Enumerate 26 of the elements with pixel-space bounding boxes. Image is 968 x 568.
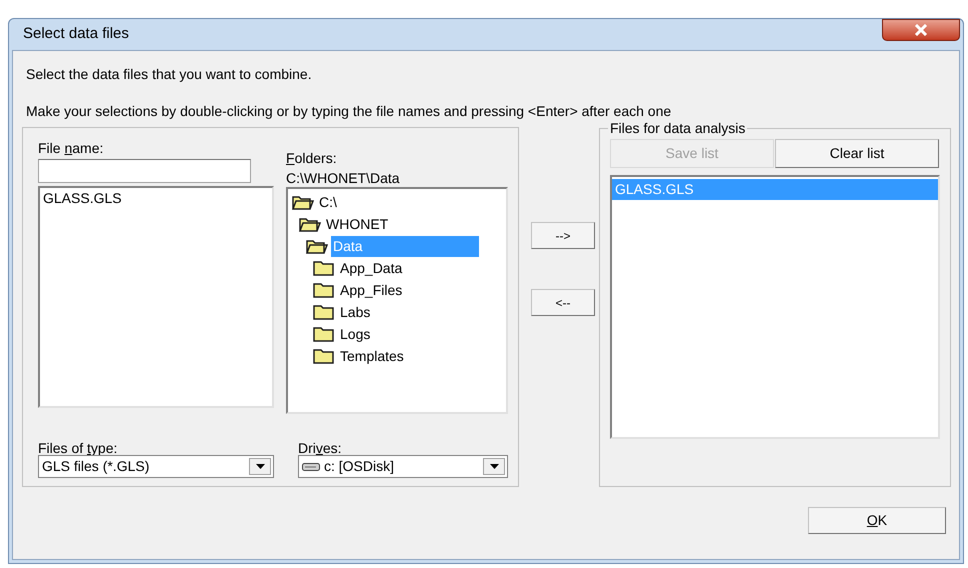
- field-label: File name:: [38, 139, 104, 156]
- instruction-text: Select the data files that you want to combine.: [26, 67, 313, 82]
- drive-icon: [302, 462, 320, 472]
- remove-file-button[interactable]: <--: [531, 289, 595, 316]
- folder-item[interactable]: Logs: [338, 324, 372, 344]
- folder-item[interactable]: App_Files: [338, 280, 404, 300]
- file-type-dropdown[interactable]: GLS files (*.GLS): [38, 455, 274, 478]
- folder-item[interactable]: C:\: [317, 192, 339, 212]
- ok-button[interactable]: OK: [808, 507, 946, 534]
- window-title: Select data files: [23, 24, 129, 44]
- close-button[interactable]: [882, 18, 960, 40]
- field-label: Folders:: [286, 149, 338, 166]
- instruction-text: Make your selections by double-clicking or by typing the file names and pressing <Enter> after each one: [26, 104, 672, 119]
- add-file-button[interactable]: -->: [531, 222, 595, 249]
- folder-item[interactable]: Labs: [338, 302, 372, 322]
- drive-dropdown[interactable]: c: [OSDisk]: [298, 455, 508, 478]
- folder-item[interactable]: Templates: [338, 346, 406, 366]
- folder-item[interactable]: App_Data: [338, 258, 404, 278]
- close-icon: [914, 24, 928, 36]
- folder-path: C:\WHONET\Data: [286, 169, 401, 186]
- file-name-field[interactable]: [38, 159, 251, 183]
- field-label: Files of type:: [38, 439, 118, 455]
- folder-item[interactable]: WHONET: [324, 214, 390, 234]
- file-item[interactable]: GLASS.GLS: [40, 188, 272, 209]
- list-button[interactable]: Clear list: [775, 139, 939, 168]
- field-label: Drives:: [298, 439, 343, 455]
